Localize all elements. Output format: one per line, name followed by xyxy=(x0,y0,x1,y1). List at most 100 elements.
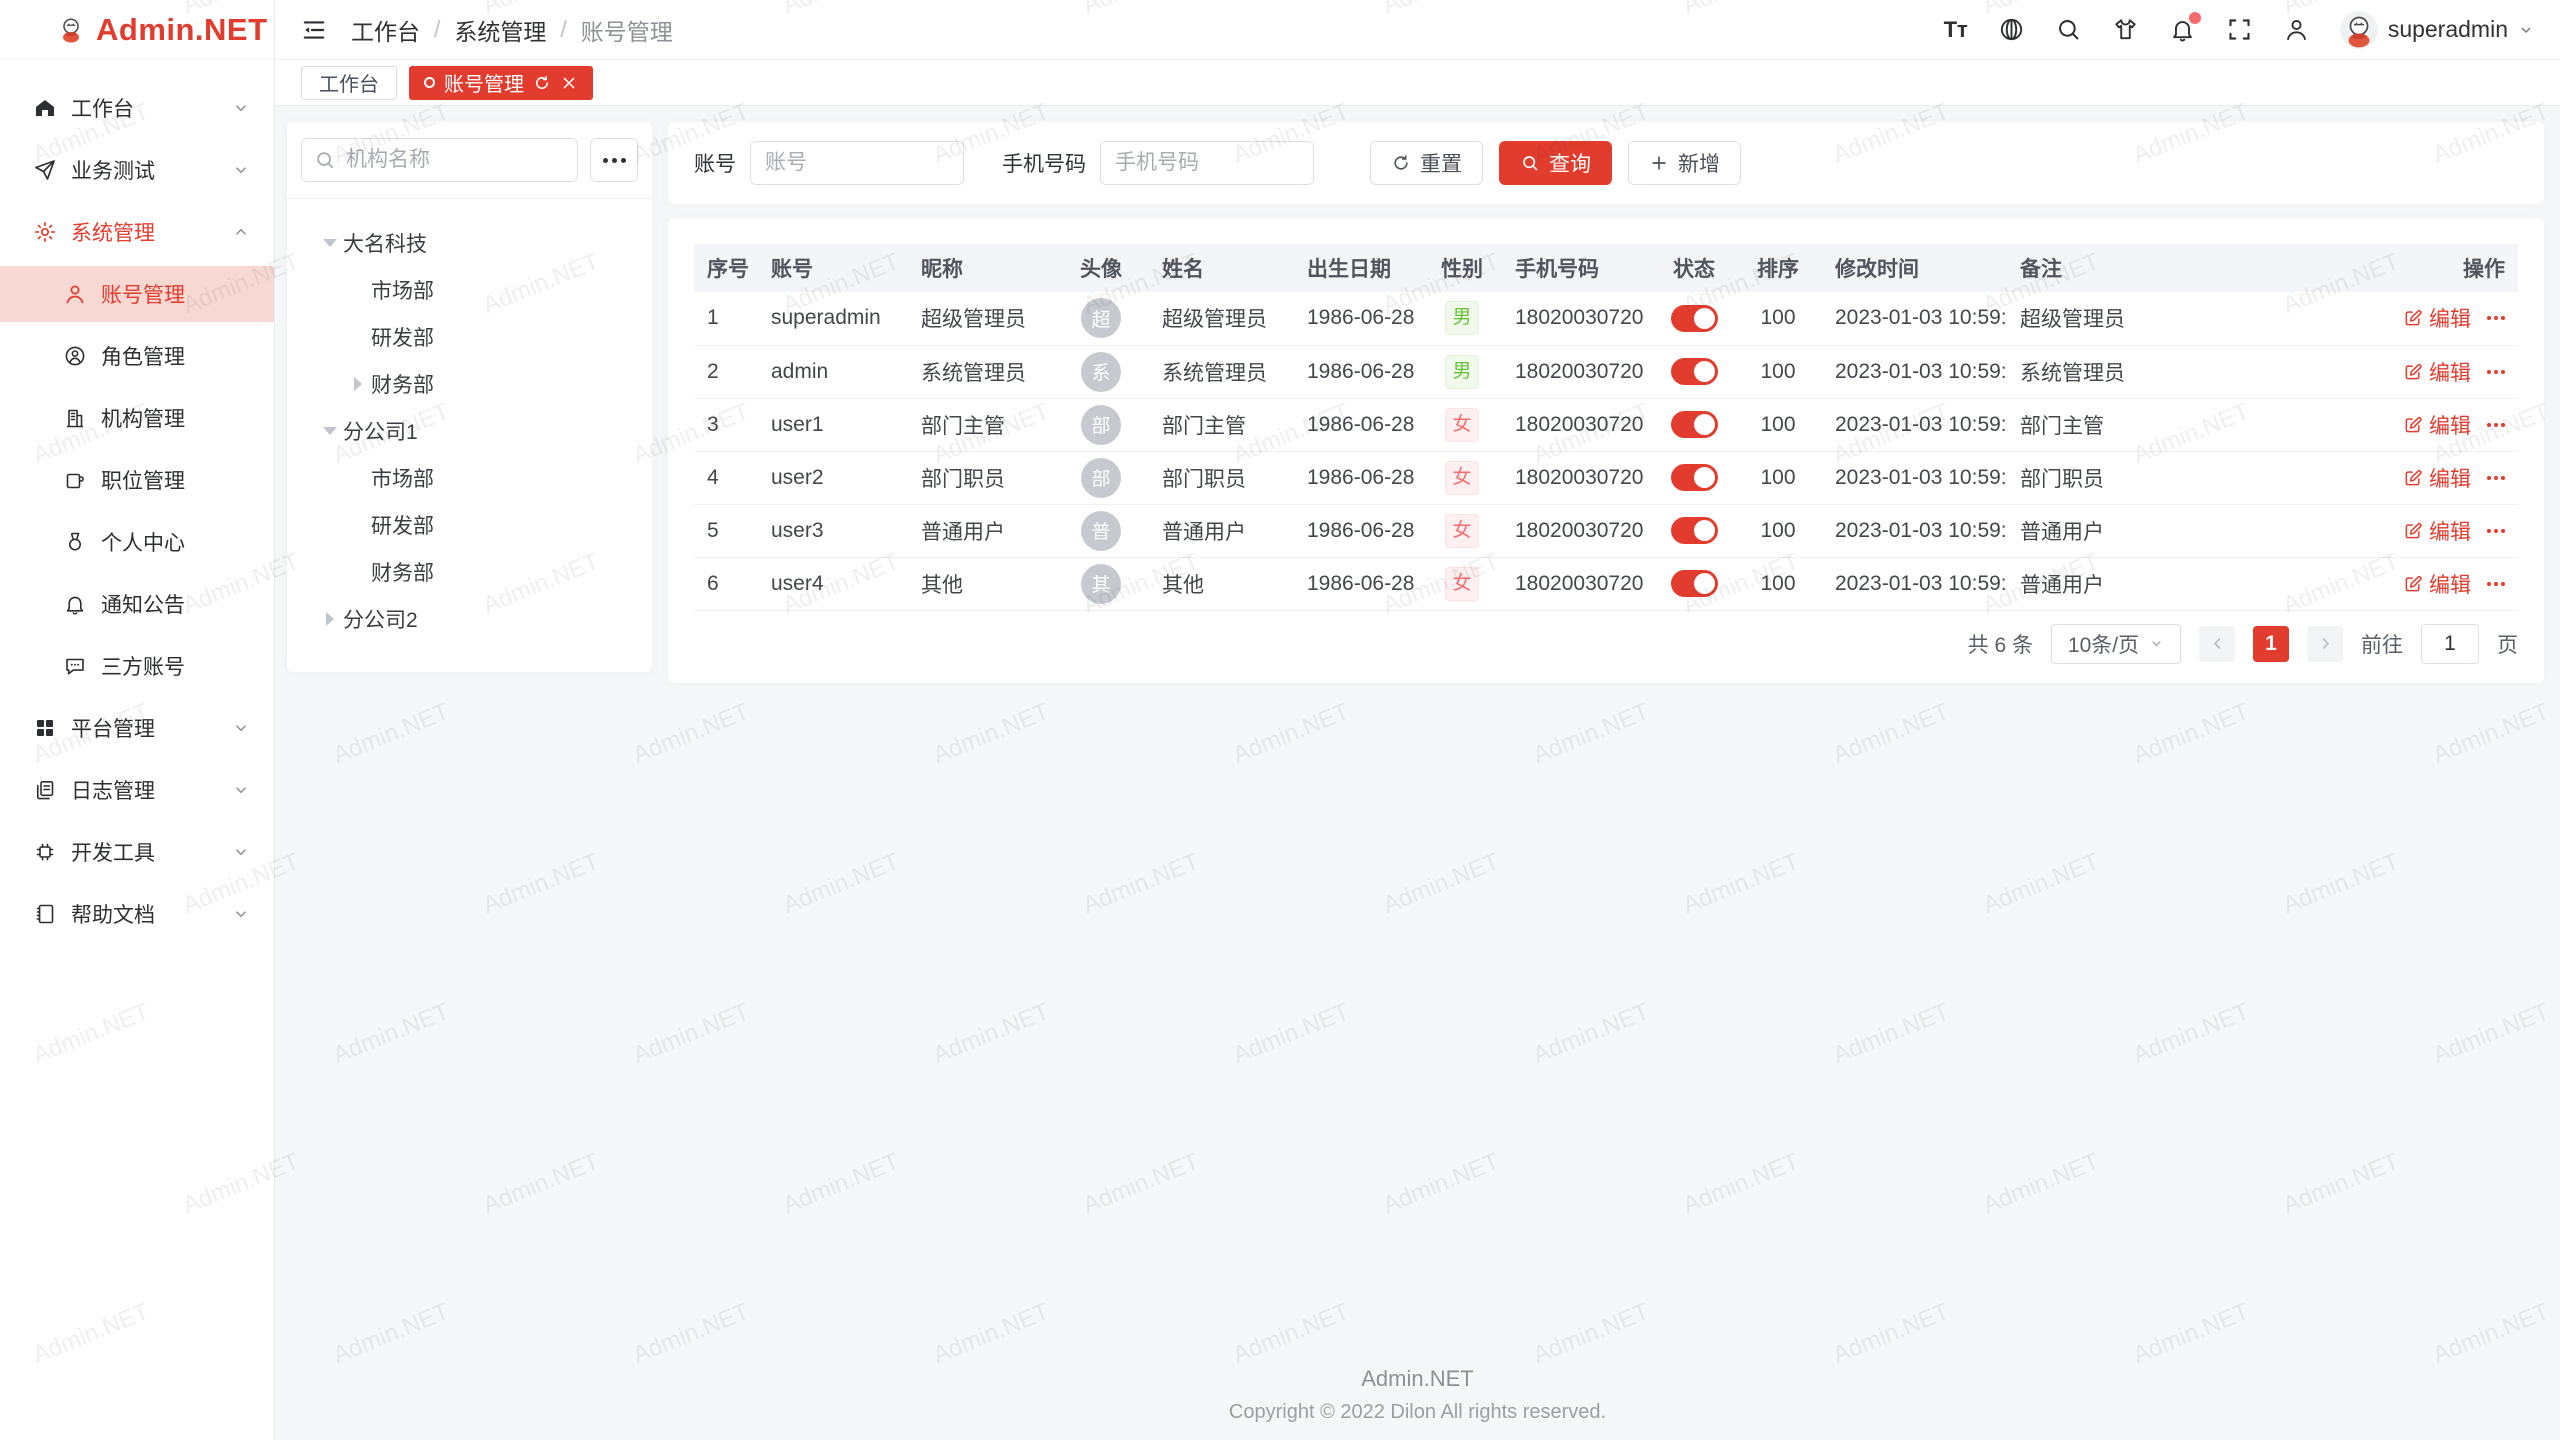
sidebar-item-third-party-account[interactable]: 三方账号 xyxy=(0,638,274,694)
tree-node[interactable]: 财务部 xyxy=(301,548,638,595)
edit-button[interactable]: 编辑 xyxy=(2403,410,2471,440)
status-toggle[interactable] xyxy=(1671,570,1718,597)
phone-input[interactable] xyxy=(1100,141,1314,185)
row-more-button[interactable] xyxy=(2487,312,2505,324)
sidebar-item-system-management[interactable]: 系统管理 xyxy=(0,204,274,260)
footer-copyright: Copyright © 2022 Dilon All rights reserv… xyxy=(275,1401,2560,1424)
sidebar-item-platform-management[interactable]: 平台管理 xyxy=(0,700,274,756)
status-toggle[interactable] xyxy=(1671,517,1718,544)
tab-label: 账号管理 xyxy=(444,68,524,97)
language-icon[interactable] xyxy=(1998,16,2025,43)
query-button[interactable]: 查询 xyxy=(1499,141,1612,185)
status-toggle[interactable] xyxy=(1671,464,1718,491)
sidebar-item-account-management[interactable]: 账号管理 xyxy=(0,266,274,322)
edit-button-label: 编辑 xyxy=(2429,303,2471,333)
logo[interactable]: Admin.NET xyxy=(0,0,274,60)
status-toggle[interactable] xyxy=(1671,411,1718,438)
chevron-down-icon xyxy=(232,905,250,923)
col-header: 修改时间 xyxy=(1822,244,2007,292)
tree-node[interactable]: 市场部 xyxy=(301,266,638,313)
close-icon[interactable] xyxy=(560,74,578,92)
tree-node-label: 研发部 xyxy=(371,510,434,540)
status-toggle[interactable] xyxy=(1671,305,1718,332)
row-more-button[interactable] xyxy=(2487,419,2505,431)
tab-workbench[interactable]: 工作台 xyxy=(301,66,397,100)
topbar: 工作台 / 系统管理 / 账号管理 Tт xyxy=(275,0,2560,60)
next-page-button[interactable] xyxy=(2307,626,2343,662)
sidebar-item-business-test[interactable]: 业务测试 xyxy=(0,142,274,198)
edit-button[interactable]: 编辑 xyxy=(2403,569,2471,599)
notification-bell-icon[interactable] xyxy=(2169,16,2196,43)
org-search-input[interactable] xyxy=(301,138,578,182)
tab-account-management[interactable]: 账号管理 xyxy=(409,66,593,100)
tree-node-label: 财务部 xyxy=(371,557,434,587)
sidebar-item-notice[interactable]: 通知公告 xyxy=(0,576,274,632)
caret-down-icon[interactable] xyxy=(317,239,343,247)
prev-page-button[interactable] xyxy=(2199,626,2235,662)
sidebar-item-log-management[interactable]: 日志管理 xyxy=(0,762,274,818)
breadcrumb-item[interactable]: 工作台 xyxy=(351,13,420,47)
edit-button[interactable]: 编辑 xyxy=(2403,516,2471,546)
mug-icon xyxy=(63,468,87,492)
tree-more-button[interactable] xyxy=(590,138,638,182)
breadcrumb-item[interactable]: 系统管理 xyxy=(454,13,546,47)
tree-node[interactable]: 研发部 xyxy=(301,501,638,548)
edit-button[interactable]: 编辑 xyxy=(2403,303,2471,333)
search-icon[interactable] xyxy=(2055,16,2082,43)
sidebar-item-help-docs[interactable]: 帮助文档 xyxy=(0,886,274,942)
fullscreen-icon[interactable] xyxy=(2226,16,2253,43)
goto-page-input[interactable] xyxy=(2421,624,2479,664)
sidebar-item-position-management[interactable]: 职位管理 xyxy=(0,452,274,508)
send-icon xyxy=(33,158,57,182)
theme-tshirt-icon[interactable] xyxy=(2112,16,2139,43)
tree-node[interactable]: 市场部 xyxy=(301,454,638,501)
reset-button[interactable]: 重置 xyxy=(1370,141,1483,185)
home-icon xyxy=(33,96,57,120)
account-input[interactable] xyxy=(750,141,964,185)
page-size-select[interactable]: 10条/页 xyxy=(2051,624,2181,664)
refresh-icon[interactable] xyxy=(533,74,551,92)
add-button[interactable]: 新增 xyxy=(1628,141,1741,185)
chevron-down-icon xyxy=(232,99,250,117)
sidebar-item-label: 系统管理 xyxy=(71,217,232,247)
table-row: 3 user1 部门主管 部 部门主管 1986-06-28 女 1802003… xyxy=(694,398,2518,451)
topbar-actions: Tт superadmin xyxy=(1944,11,2534,49)
tree-node[interactable]: 财务部 xyxy=(301,360,638,407)
sidebar-item-label: 角色管理 xyxy=(101,341,274,371)
sidebar-item-dev-tools[interactable]: 开发工具 xyxy=(0,824,274,880)
tree-node-label: 市场部 xyxy=(371,463,434,493)
tree-node[interactable]: 研发部 xyxy=(301,313,638,360)
caret-down-icon[interactable] xyxy=(317,427,343,435)
sidebar-item-org-management[interactable]: 机构管理 xyxy=(0,390,274,446)
caret-right-icon[interactable] xyxy=(317,612,343,626)
sidebar-item-role-management[interactable]: 角色管理 xyxy=(0,328,274,384)
edit-button[interactable]: 编辑 xyxy=(2403,463,2471,493)
sidebar-item-workbench[interactable]: 工作台 xyxy=(0,80,274,136)
sidebar-item-personal-center[interactable]: 个人中心 xyxy=(0,514,274,570)
sidebar-item-label: 个人中心 xyxy=(101,527,274,557)
sidebar-item-label: 职位管理 xyxy=(101,465,274,495)
status-toggle[interactable] xyxy=(1671,358,1718,385)
collapse-sidebar-icon[interactable] xyxy=(301,17,327,43)
row-more-button[interactable] xyxy=(2487,472,2505,484)
tree-node[interactable]: 大名科技 xyxy=(301,219,638,266)
chevron-down-icon xyxy=(232,781,250,799)
row-more-button[interactable] xyxy=(2487,578,2505,590)
page-number-current[interactable]: 1 xyxy=(2253,626,2289,662)
edit-button-label: 编辑 xyxy=(2429,516,2471,546)
caret-right-icon[interactable] xyxy=(345,377,371,391)
chevron-down-icon xyxy=(2518,22,2534,38)
tree-node-label: 财务部 xyxy=(371,369,434,399)
sidebar-item-label: 三方账号 xyxy=(101,651,274,681)
notification-badge xyxy=(2189,12,2201,24)
font-size-icon[interactable]: Tт xyxy=(1944,16,1968,43)
col-header: 性别 xyxy=(1422,244,1502,292)
user-settings-icon[interactable] xyxy=(2283,16,2310,43)
edit-button[interactable]: 编辑 xyxy=(2403,357,2471,387)
tree-node[interactable]: 分公司1 xyxy=(301,407,638,454)
gender-badge: 男 xyxy=(1445,301,1479,335)
row-more-button[interactable] xyxy=(2487,366,2505,378)
tree-node[interactable]: 分公司2 xyxy=(301,595,638,642)
row-more-button[interactable] xyxy=(2487,525,2505,537)
user-menu[interactable]: superadmin xyxy=(2340,11,2534,49)
